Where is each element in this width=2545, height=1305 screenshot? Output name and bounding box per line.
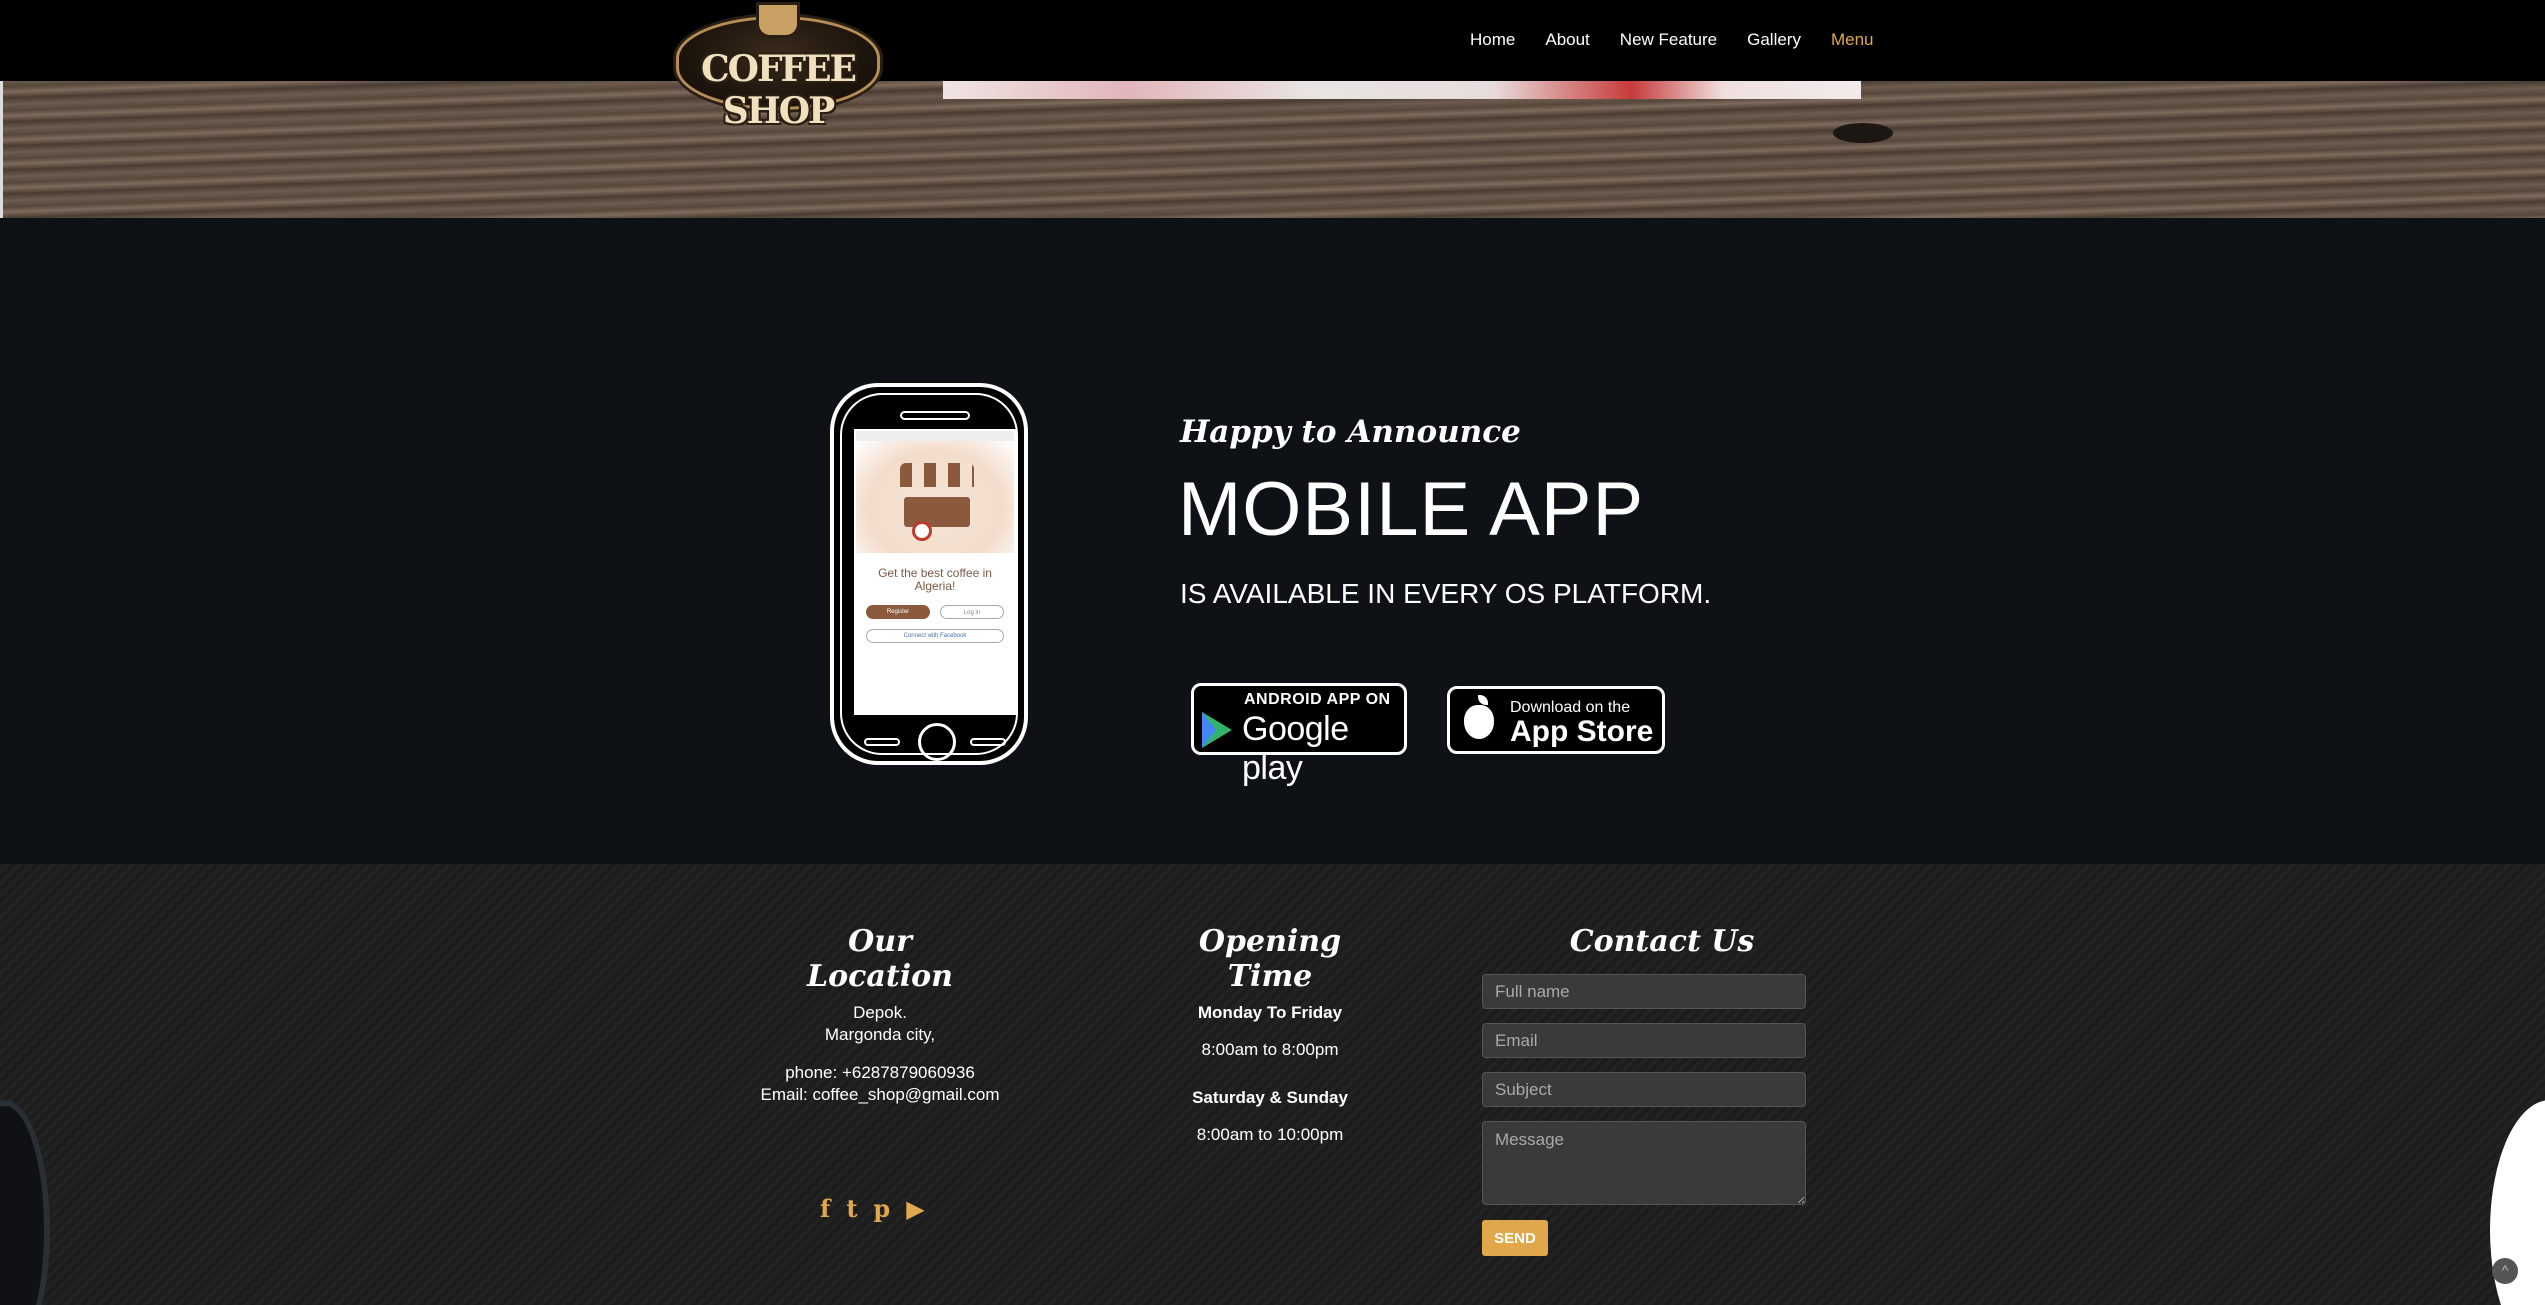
subject-input[interactable] xyxy=(1482,1072,1806,1107)
phone-tagline: Get the best coffee in Algeria! xyxy=(878,566,992,593)
coffee-cart-illustration xyxy=(856,441,1014,553)
full-name-input[interactable] xyxy=(1482,974,1806,1009)
top-navbar xyxy=(0,0,2545,81)
weekday-hours: 8:00am to 8:00pm xyxy=(1201,1040,1339,1059)
cart-awning xyxy=(900,463,974,487)
announce-kicker: Happy to Announce xyxy=(1180,414,1521,450)
message-textarea[interactable] xyxy=(1482,1121,1806,1205)
app-store-bottom-text: App Store xyxy=(1510,715,1654,748)
phone-screen: Get the best coffee in Algeria! Register… xyxy=(854,429,1016,715)
cart-wheel xyxy=(912,521,932,541)
logo-text: COFFEE SHOP xyxy=(700,48,857,132)
footer: Our Location Depok. Margonda city, phone… xyxy=(0,864,2545,1305)
nav-about[interactable]: About xyxy=(1545,30,1589,50)
email-input[interactable] xyxy=(1482,1023,1806,1058)
location-heading: Our Location xyxy=(807,924,953,994)
phone-status-bar xyxy=(856,431,1014,441)
main-nav: Home About New Feature Gallery Menu xyxy=(1470,30,1904,50)
social-icons: f t p ▶ xyxy=(820,1194,925,1223)
send-button[interactable]: SEND xyxy=(1482,1220,1548,1256)
phone-register-button: Register xyxy=(866,605,930,619)
facebook-icon[interactable]: f xyxy=(820,1194,830,1223)
app-subtitle: IS AVAILABLE IN EVERY OS PLATFORM. xyxy=(1180,578,1712,609)
nav-home[interactable]: Home xyxy=(1470,30,1515,50)
google-play-bottom-text: Google play xyxy=(1242,710,1349,787)
mobile-app-section: Get the best coffee in Algeria! Register… xyxy=(0,218,2545,864)
weekend-label-text: Saturday & Sunday xyxy=(1192,1088,1348,1107)
location-email[interactable]: Email: coffee_shop@gmail.com xyxy=(730,1084,1030,1106)
apple-leaf-icon xyxy=(1478,695,1488,705)
phone-back-key xyxy=(864,738,900,746)
location-phone: phone: +6287879060936 xyxy=(785,1063,975,1082)
opening-heading: Opening Time xyxy=(1198,924,1342,994)
banner-photo-strip xyxy=(943,81,1861,99)
cart-body xyxy=(904,497,970,527)
youtube-icon[interactable]: ▶ xyxy=(906,1194,924,1223)
weekend-label: Saturday & Sunday xyxy=(1120,1087,1420,1109)
phone-button-row: Register Log in xyxy=(856,605,1014,619)
google-play-badge[interactable]: ANDROID APP ON Google play xyxy=(1191,683,1407,787)
weekday-label: Monday To Friday xyxy=(1120,1002,1420,1024)
app-title: MOBILE APP xyxy=(1178,467,1645,552)
nav-gallery[interactable]: Gallery xyxy=(1747,30,1801,50)
phone-menu-key xyxy=(970,738,1006,746)
location-line1: Depok. xyxy=(853,1003,907,1022)
phone-illustration: Get the best coffee in Algeria! Register… xyxy=(830,383,1028,765)
app-store-badge[interactable]: Download on the App Store xyxy=(1447,686,1665,754)
wood-banner-image xyxy=(0,81,2545,218)
coffee-cup-icon xyxy=(756,2,800,38)
phone-speaker xyxy=(900,411,970,420)
weekday-label-text: Monday To Friday xyxy=(1197,1003,1343,1022)
scroll-top-icon[interactable]: ^ xyxy=(2492,1258,2518,1284)
apple-icon xyxy=(1464,705,1494,739)
google-play-icon-accent xyxy=(1202,712,1216,748)
google-play-top-text: ANDROID APP ON xyxy=(1244,691,1391,708)
nav-new-feature[interactable]: New Feature xyxy=(1620,30,1717,50)
location-line2: Margonda city, xyxy=(824,1025,936,1044)
coffee-shop-logo[interactable]: COFFEE SHOP xyxy=(676,2,880,132)
twitter-icon[interactable]: t xyxy=(846,1194,857,1223)
phone-body: Get the best coffee in Algeria! Register… xyxy=(840,393,1018,761)
phone-facebook-button: Connect with Facebook xyxy=(866,629,1004,643)
pinterest-icon[interactable]: p xyxy=(873,1194,890,1223)
wood-knot xyxy=(1833,123,1893,143)
contact-heading: Contact Us xyxy=(1569,924,1755,959)
weekend-hours: 8:00am to 10:00pm xyxy=(1196,1125,1344,1144)
phone-home-button xyxy=(918,723,956,761)
nav-menu[interactable]: Menu xyxy=(1831,30,1874,50)
phone-login-button: Log in xyxy=(940,605,1004,619)
